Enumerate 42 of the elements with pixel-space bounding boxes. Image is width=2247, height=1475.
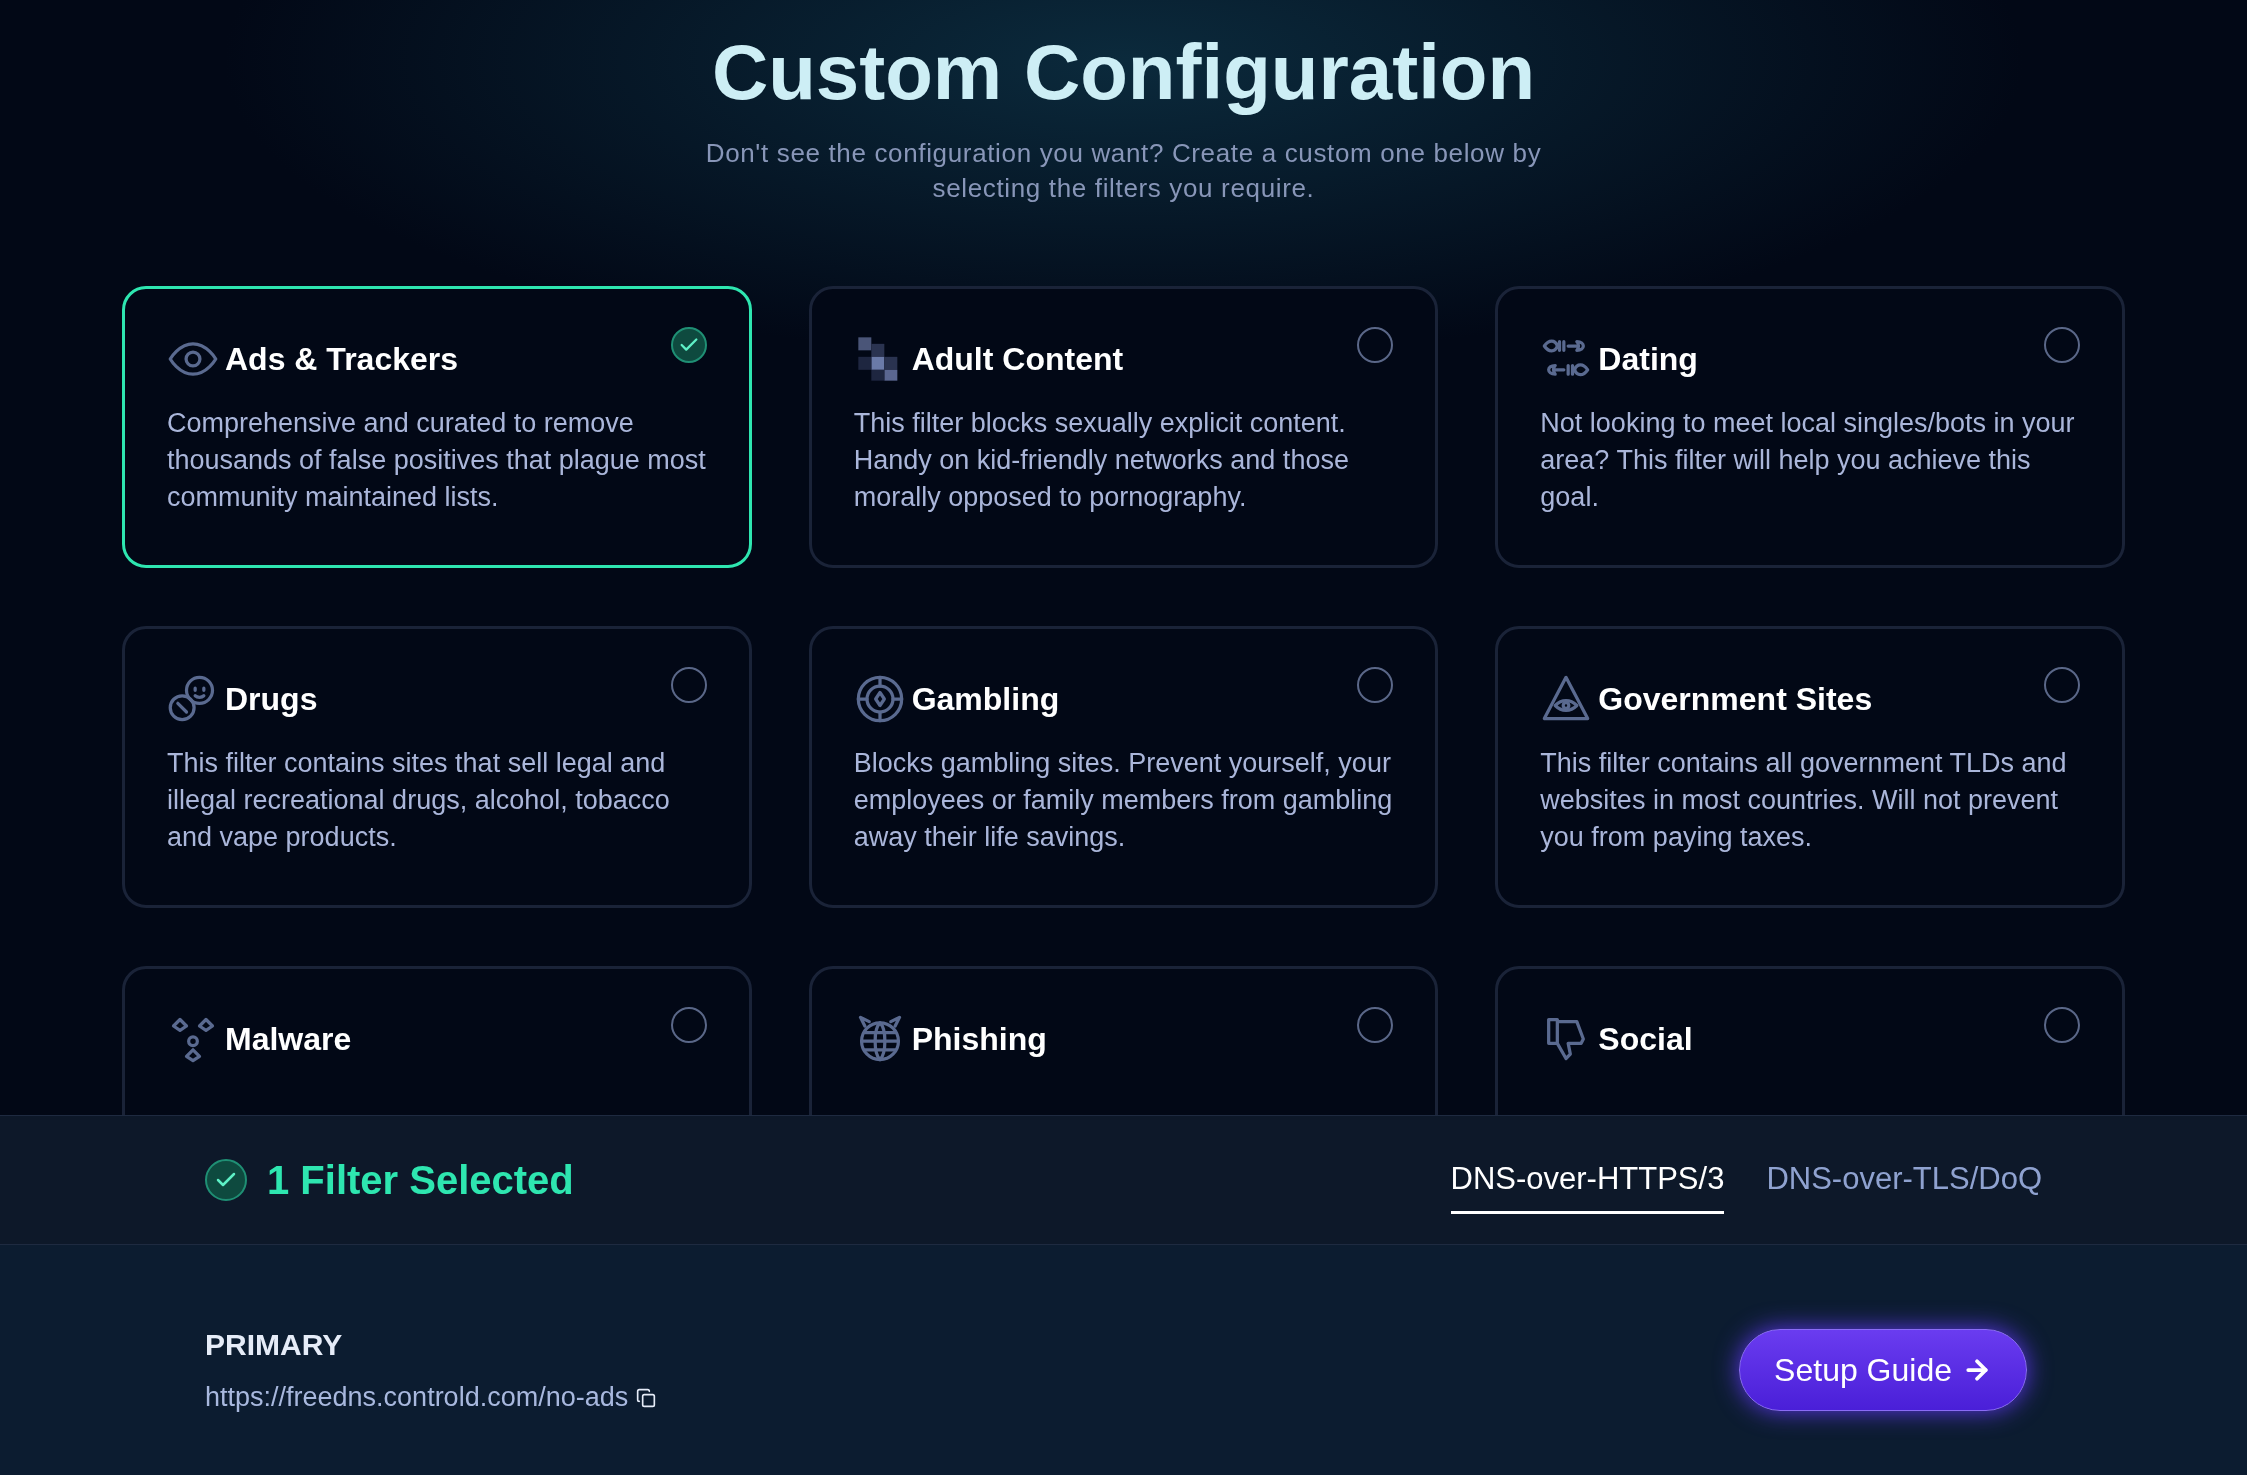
filter-title: Drugs: [225, 680, 318, 719]
selected-count: 1 Filter Selected: [267, 1157, 574, 1204]
filter-description: This filter blocks sexually explicit content. Handy on kid-friendly networks and those morally opposed to pornography.: [853, 407, 1350, 514]
copy-icon[interactable]: [636, 1387, 657, 1408]
filter-card[interactable]: Adult Content This filter blocks sexually explicit content. Handy on kid-friendly networks and those morally opposed to pornography.: [808, 286, 1439, 568]
endpoint-url: https://freedns.controld.com/no-ads: [205, 1381, 629, 1415]
endpoint-label: PRIMARY: [205, 1327, 344, 1364]
filter-description: This filter contains sites that sell legal and illegal recreational drugs, alcohol, tobacco and vape products.: [167, 747, 671, 854]
filter-card[interactable]: Gambling Blocks gambling sites. Prevent yourself, your employees or family members from gambling away their life savings.: [808, 626, 1439, 908]
protocol-tab[interactable]: DNS-over-TLS/DoQ: [1766, 1146, 2042, 1214]
filter-title: Dating: [1598, 340, 1698, 379]
setup-guide-button[interactable]: Setup Guide: [1739, 1329, 2027, 1411]
filter-title: Adult Content: [911, 340, 1124, 379]
filter-card[interactable]: Malware: [122, 966, 752, 1115]
checked-radio[interactable]: [670, 327, 707, 363]
protocol-tab[interactable]: DNS-over-HTTPS/3: [1450, 1146, 1725, 1214]
page-title: Custom Configuration: [711, 27, 1536, 118]
filter-card[interactable]: Dating Not looking to meet local singles/bots in your area? This filter will help you achieve this goal.: [1495, 286, 2125, 568]
page-subtitle: Don't see the configuration you want? Create a custom one below by selecting the filters you require.: [704, 137, 1543, 205]
filter-card[interactable]: Ads & Trackers Comprehensive and curated to remove thousands of false positives that plague most community maintained lists.: [122, 286, 752, 568]
filter-card[interactable]: Phishing: [808, 966, 1439, 1115]
unchecked-radio[interactable]: [670, 1007, 707, 1043]
filter-title: Ads & Trackers: [225, 340, 458, 379]
filter-description: Blocks gambling sites. Prevent yourself, your employees or family members from gambling away their life savings.: [853, 747, 1394, 854]
unchecked-radio[interactable]: [2044, 327, 2080, 363]
unchecked-radio[interactable]: [1357, 667, 1394, 703]
filter-title: Phishing: [911, 1020, 1047, 1059]
filter-description: Comprehensive and curated to remove thousands of false positives that plague most community maintained lists.: [167, 407, 707, 514]
unchecked-radio[interactable]: [670, 667, 707, 703]
filter-card[interactable]: Government Sites This filter contains all government TLDs and websites in most countries. Will not prevent you from paying taxes.: [1495, 626, 2125, 908]
filter-title: Gambling: [911, 680, 1060, 719]
filter-title: Malware: [225, 1020, 352, 1059]
unchecked-radio[interactable]: [1357, 1007, 1394, 1043]
unchecked-radio[interactable]: [2044, 667, 2080, 703]
filter-card[interactable]: Drugs This filter contains sites that sell legal and illegal recreational drugs, alcohol, tobacco and vape products.: [122, 626, 752, 908]
unchecked-radio[interactable]: [1357, 327, 1394, 363]
unchecked-radio[interactable]: [2044, 1007, 2080, 1043]
filter-description: This filter contains all government TLDs and websites in most countries. Will not prevent you from paying taxes.: [1540, 747, 2068, 854]
filter-card[interactable]: Social: [1495, 966, 2125, 1115]
filter-title: Government Sites: [1598, 680, 1873, 719]
filter-description: Not looking to meet local singles/bots in your area? This filter will help you achieve this goal.: [1540, 407, 2076, 514]
filter-title: Social: [1598, 1020, 1693, 1059]
